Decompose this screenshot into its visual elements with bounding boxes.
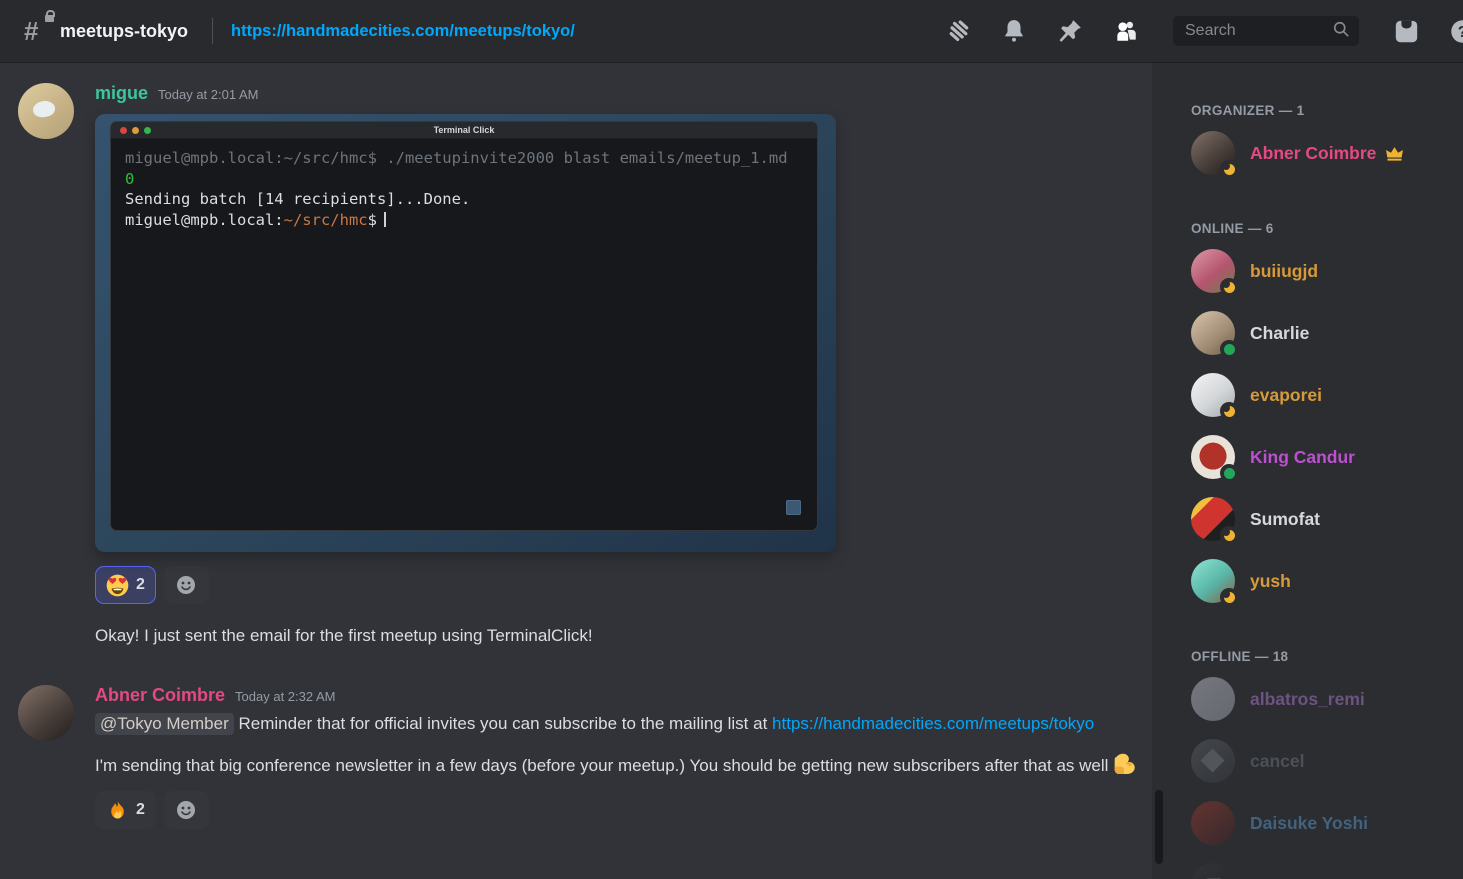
username-abner[interactable]: Abner Coimbre: [95, 685, 225, 706]
header-divider: [212, 18, 213, 44]
terminal-titlebar: Terminal Click: [111, 122, 817, 139]
channel-hash-lock-icon: #: [24, 18, 50, 44]
status-online-icon: [1220, 464, 1238, 482]
inbox-icon[interactable]: [1393, 18, 1419, 44]
message-abner: Abner Coimbre Today at 2:32 AM @Tokyo Me…: [18, 685, 1140, 829]
message-list: migue Today at 2:01 AM Terminal Click mi…: [0, 62, 1156, 879]
member-list-sidebar: ORGANIZER — 1 Abner Coimbre ONLINE — 6 b…: [1166, 62, 1463, 879]
terminal-output: miguel@mpb.local:~/src/hmc$ ./meetupinvi…: [111, 139, 817, 239]
attachment-terminal-screenshot[interactable]: Terminal Click miguel@mpb.local:~/src/hm…: [95, 114, 836, 552]
owner-crown-icon: [1385, 144, 1404, 163]
heart-eyes-emoji-icon: [106, 574, 129, 597]
member-row-charlie[interactable]: Charlie: [1191, 311, 1455, 355]
header-toolbar: ?: [945, 16, 1463, 46]
message-migue: migue Today at 2:01 AM Terminal Click mi…: [18, 83, 1140, 651]
add-reaction-button[interactable]: [164, 566, 209, 604]
channel-topic-link[interactable]: https://handmadecities.com/meetups/tokyo…: [231, 22, 575, 41]
message-text: I'm sending that big conference newslett…: [95, 751, 1140, 781]
terminal-line2: Sending batch [14 recipients]...Done.: [125, 190, 470, 208]
member-row-cancel[interactable]: cancel: [1191, 739, 1455, 783]
member-row-abner[interactable]: Abner Coimbre: [1191, 131, 1455, 175]
message-text: @Tokyo Member Reminder that for official…: [95, 709, 1140, 739]
username-migue[interactable]: migue: [95, 83, 148, 104]
section-header-organizer: ORGANIZER — 1: [1191, 103, 1455, 118]
section-header-online: ONLINE — 6: [1191, 221, 1455, 236]
avatar: [1191, 739, 1235, 783]
avatar: [1191, 435, 1235, 479]
status-idle-icon: [1220, 588, 1238, 606]
terminal-line1: miguel@mpb.local:~/src/hmc$ ./meetupinvi…: [125, 149, 797, 167]
fire-emoji-icon: [106, 799, 129, 822]
member-row-partial[interactable]: D: [1191, 863, 1455, 879]
add-reaction-smiley-icon: [174, 798, 198, 822]
member-row-yush[interactable]: yush: [1191, 559, 1455, 603]
section-header-offline: OFFLINE — 18: [1191, 649, 1455, 664]
member-row-albatros-remi[interactable]: albatros_remi: [1191, 677, 1455, 721]
add-reaction-smiley-icon: [174, 573, 198, 597]
status-online-icon: [1220, 340, 1238, 358]
status-idle-icon: [1220, 160, 1238, 178]
status-idle-icon: [1220, 278, 1238, 296]
member-row-king-candur[interactable]: King Candur: [1191, 435, 1455, 479]
message-text: Okay! I just sent the email for the firs…: [95, 621, 1140, 651]
status-idle-icon: [1220, 526, 1238, 544]
add-reaction-button[interactable]: [164, 791, 209, 829]
avatar: [1191, 311, 1235, 355]
message-link[interactable]: https://handmadecities.com/meetups/tokyo: [772, 714, 1094, 733]
terminal-exit-status: 0: [125, 170, 134, 188]
reactions-row: 2: [95, 791, 1140, 829]
avatar-abner[interactable]: [18, 685, 74, 741]
threads-icon[interactable]: [945, 18, 971, 44]
member-row-sumofat[interactable]: Sumofat: [1191, 497, 1455, 541]
terminal-scroll-indicator: [786, 500, 801, 515]
svg-text:?: ?: [1458, 24, 1463, 41]
search-icon[interactable]: [1331, 19, 1351, 44]
member-row-buiiugjd[interactable]: buiiugjd: [1191, 249, 1455, 293]
avatar: [1191, 559, 1235, 603]
avatar: [1191, 863, 1235, 879]
terminal-cursor: [384, 212, 386, 227]
avatar: [1191, 373, 1235, 417]
role-mention[interactable]: @Tokyo Member: [95, 713, 234, 735]
search-bar[interactable]: [1173, 16, 1359, 46]
discord-app: # meetups-tokyo https://handmadecities.c…: [0, 0, 1463, 879]
timestamp: Today at 2:01 AM: [158, 87, 258, 102]
avatar: [1191, 497, 1235, 541]
avatar: [1191, 801, 1235, 845]
avatar: [1191, 131, 1235, 175]
timestamp: Today at 2:32 AM: [235, 689, 335, 704]
search-input[interactable]: [1183, 21, 1331, 41]
avatar-migue[interactable]: [18, 83, 74, 139]
reactions-row: 2: [95, 566, 1140, 604]
channel-name: meetups-tokyo: [60, 21, 188, 42]
flexed-biceps-emoji-icon: [1112, 752, 1136, 776]
chat-scrollbar[interactable]: [1155, 790, 1163, 864]
terminal-window: Terminal Click miguel@mpb.local:~/src/hm…: [110, 121, 818, 531]
member-list-icon[interactable]: [1113, 18, 1139, 44]
chat-scrollbar-track: [1152, 62, 1166, 879]
notifications-bell-icon[interactable]: [1001, 18, 1027, 44]
avatar: [1191, 677, 1235, 721]
channel-header: # meetups-tokyo https://handmadecities.c…: [0, 0, 1463, 62]
reaction-count: 2: [136, 576, 145, 594]
terminal-title: Terminal Click: [111, 125, 817, 135]
status-idle-icon: [1220, 402, 1238, 420]
reaction-count: 2: [136, 801, 145, 819]
reaction-fire[interactable]: 2: [95, 791, 156, 829]
reaction-heart-eyes[interactable]: 2: [95, 566, 156, 604]
pinned-messages-icon[interactable]: [1057, 18, 1083, 44]
member-row-daisuke-yoshi[interactable]: Daisuke Yoshi: [1191, 801, 1455, 845]
avatar: [1191, 249, 1235, 293]
help-icon[interactable]: ?: [1449, 18, 1463, 44]
member-row-evaporei[interactable]: evaporei: [1191, 373, 1455, 417]
